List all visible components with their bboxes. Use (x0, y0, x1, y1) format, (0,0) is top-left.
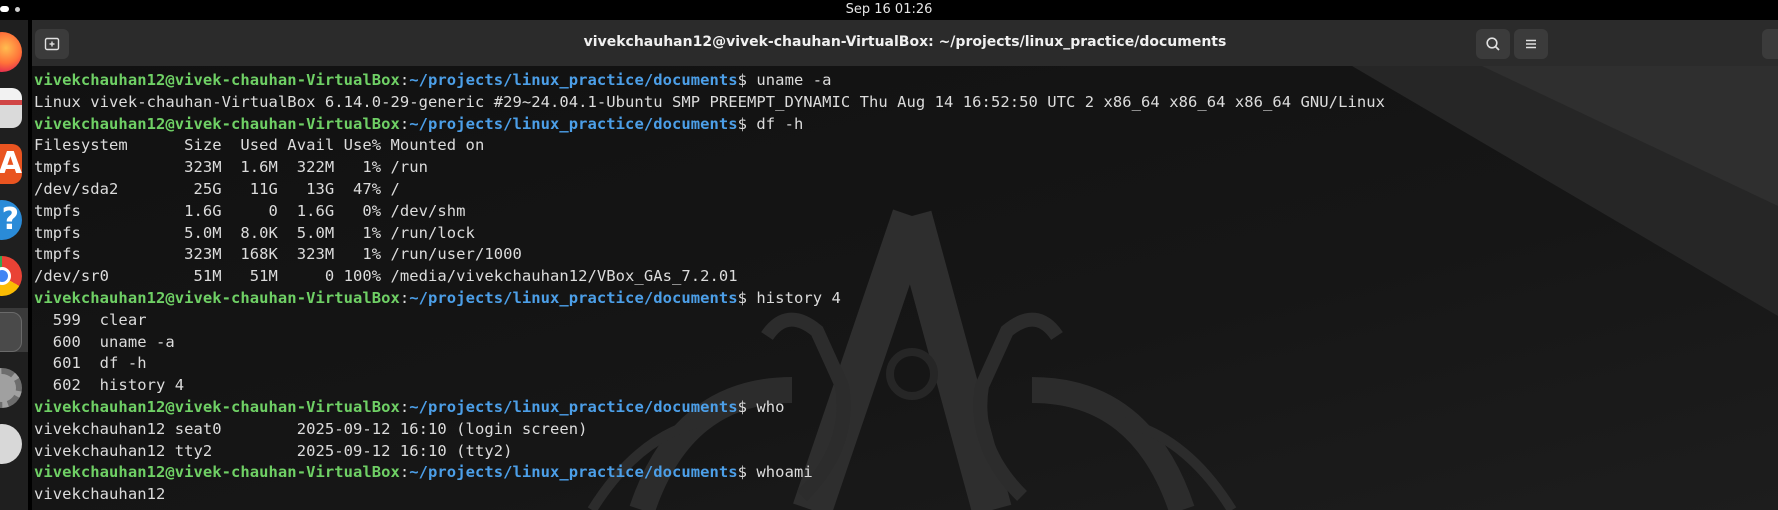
files-icon (0, 88, 22, 128)
command-text: who (756, 397, 785, 416)
terminal-icon (0, 312, 22, 352)
app-center-icon: A (0, 144, 22, 184)
prompt-colon: : (399, 397, 410, 416)
terminal-launcher[interactable] (0, 308, 28, 352)
output-line: vivekchauhan12 tty2 2025-09-12 16:10 (tt… (34, 441, 513, 460)
prompt-colon: : (399, 71, 410, 89)
prompt-line: vivekchauhan12@vivek-chauhan-VirtualBox:… (34, 70, 1778, 92)
command-text: df -h (756, 114, 804, 133)
prompt-user-host: vivekchauhan12@vivek-chauhan-VirtualBox (34, 288, 400, 307)
prompt-colon: : (399, 463, 410, 482)
firefox-icon (0, 32, 22, 72)
prompt-path: ~/projects/linux_practice/documents (409, 463, 738, 482)
prompt-symbol: $ (737, 114, 757, 133)
search-button[interactable] (1476, 29, 1510, 59)
prompt-symbol: $ (737, 397, 757, 416)
command-text: history 4 (756, 288, 841, 307)
prompt-line: vivekchauhan12@vivek-chauhan-VirtualBox:… (34, 397, 1778, 419)
prompt-path: ~/projects/linux_practice/documents (409, 397, 738, 416)
prompt-line: vivekchauhan12@vivek-chauhan-VirtualBox:… (34, 288, 1778, 310)
output-line: 600 uname -a (34, 332, 175, 351)
output-line: 599 clear (34, 310, 147, 329)
chrome-icon (0, 256, 22, 296)
help-icon: ? (0, 200, 22, 240)
output-line: /dev/sda2 25G 11G 13G 47% / (34, 179, 400, 198)
terminal-window: vivekchauhan12@vivek-chauhan-VirtualBox:… (32, 20, 1778, 510)
dock: A ? (0, 20, 28, 510)
gear-icon (0, 368, 22, 408)
terminal-output[interactable]: vivekchauhan12@vivek-chauhan-VirtualBox:… (34, 70, 1778, 510)
output-line: /dev/sr0 51M 51M 0 100% /media/vivekchau… (34, 267, 738, 286)
prompt-user-host: vivekchauhan12@vivek-chauhan-VirtualBox (34, 71, 400, 89)
prompt-colon: : (399, 288, 410, 307)
search-icon (1486, 37, 1500, 51)
output-line: Filesystem Size Used Avail Use% Mounted … (34, 136, 485, 155)
prompt-line: vivekchauhan12@vivek-chauhan-VirtualBox:… (34, 462, 1778, 484)
output-line: tmpfs 5.0M 8.0K 5.0M 1% /run/lock (34, 223, 475, 242)
app-center-launcher[interactable]: A (0, 140, 28, 184)
prompt-symbol: $ (737, 463, 757, 482)
command-text: whoami (756, 463, 813, 482)
files-launcher[interactable] (0, 84, 28, 128)
disc-icon (0, 424, 22, 464)
prompt-colon: : (399, 114, 410, 133)
command-text: uname -a (756, 71, 832, 89)
menu-button[interactable] (1514, 29, 1548, 59)
prompt-symbol: $ (737, 71, 757, 89)
output-line: tmpfs 1.6G 0 1.6G 0% /dev/shm (34, 201, 466, 220)
prompt-user-host: vivekchauhan12@vivek-chauhan-VirtualBox (34, 114, 400, 133)
window-control-button[interactable] (1762, 29, 1778, 59)
prompt-path: ~/projects/linux_practice/documents (409, 71, 738, 89)
prompt-path: ~/projects/linux_practice/documents (409, 288, 738, 307)
prompt-path: ~/projects/linux_practice/documents (409, 114, 738, 133)
output-line: vivekchauhan12 seat0 2025-09-12 16:10 (l… (34, 419, 588, 438)
prompt-user-host: vivekchauhan12@vivek-chauhan-VirtualBox (34, 463, 400, 482)
prompt-line: vivekchauhan12@vivek-chauhan-VirtualBox:… (34, 114, 1778, 136)
settings-launcher[interactable] (0, 364, 28, 408)
chrome-launcher[interactable] (0, 252, 28, 296)
help-launcher[interactable]: ? (0, 196, 28, 240)
output-line: Linux vivek-chauhan-VirtualBox 6.14.0-29… (34, 92, 1385, 111)
firefox-launcher[interactable] (0, 28, 28, 72)
output-line: 601 df -h (34, 354, 147, 373)
title-bar: vivekchauhan12@vivek-chauhan-VirtualBox:… (32, 20, 1778, 67)
output-line: vivekchauhan12 (34, 485, 166, 504)
disc-launcher[interactable] (0, 420, 28, 464)
clock[interactable]: Sep 16 01:26 (0, 2, 1778, 17)
output-line: tmpfs 323M 168K 323M 1% /run/user/1000 (34, 245, 522, 264)
hamburger-menu-icon (1526, 39, 1536, 49)
output-line: 602 history 4 (34, 376, 185, 395)
top-bar: Sep 16 01:26 (0, 0, 1778, 20)
prompt-user-host: vivekchauhan12@vivek-chauhan-VirtualBox (34, 397, 400, 416)
prompt-symbol: $ (737, 288, 757, 307)
output-line: tmpfs 323M 1.6M 322M 1% /run (34, 158, 429, 177)
